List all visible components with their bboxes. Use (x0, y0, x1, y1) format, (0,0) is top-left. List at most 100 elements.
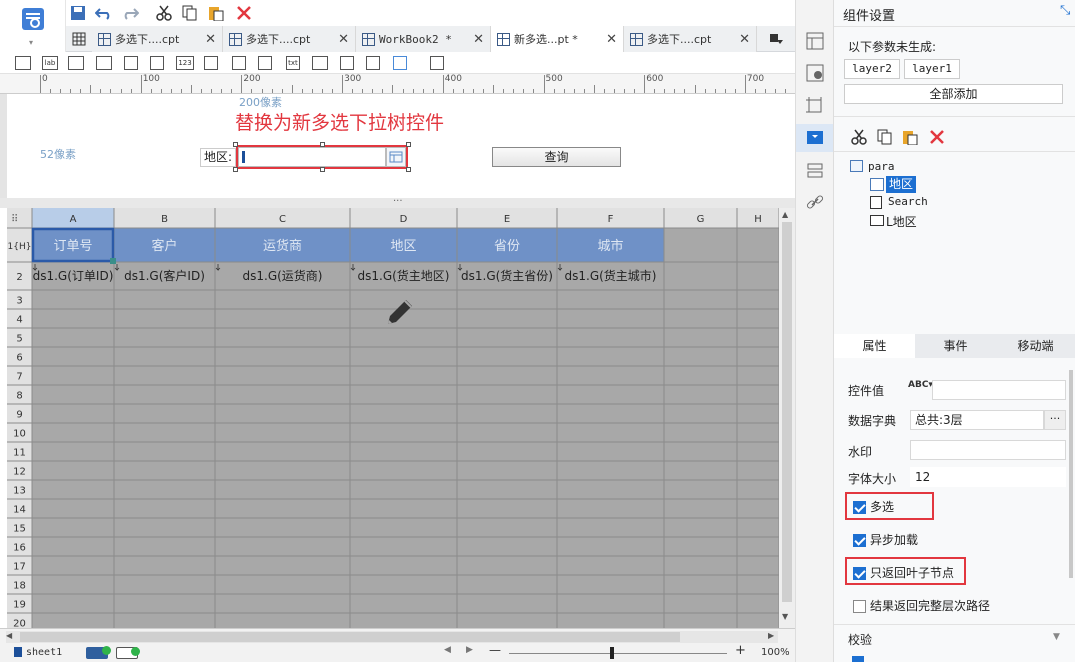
control-value-input[interactable] (932, 380, 1066, 400)
row-header-12[interactable]: 12 (13, 467, 26, 478)
close-icon[interactable]: ✕ (606, 32, 617, 47)
tree-combobox-widget-icon[interactable] (393, 56, 407, 70)
tab-list-icon[interactable] (768, 31, 784, 47)
tab-file-1[interactable]: 多选下....cpt ✕ (92, 26, 223, 52)
data-cell[interactable]: ds1.G(运货商) (243, 268, 323, 283)
collapse-icon[interactable]: ⤡ (1060, 3, 1070, 18)
column-header-F[interactable]: F (608, 214, 614, 225)
app-menu-chevron-icon[interactable]: ▾ (29, 38, 33, 47)
data-cell[interactable]: ds1.G(货主省份) (461, 268, 553, 283)
combobox-widget-icon[interactable] (96, 56, 112, 70)
row-header-3[interactable]: 3 (16, 296, 22, 307)
frame-icon[interactable] (805, 96, 825, 116)
grid-tab-icon[interactable] (72, 32, 86, 46)
row-header-7[interactable]: 7 (16, 372, 22, 383)
resize-handle[interactable] (233, 142, 238, 147)
close-icon[interactable]: ✕ (473, 32, 484, 47)
row-header-5[interactable]: 5 (16, 334, 22, 345)
row-header-2[interactable]: 2 (16, 272, 22, 283)
resize-handle[interactable] (320, 167, 325, 172)
copy-icon[interactable] (180, 3, 200, 23)
scroll-down-icon[interactable]: ▼ (782, 612, 788, 621)
row-header-9[interactable]: 9 (16, 410, 22, 421)
undo-icon[interactable] (94, 3, 114, 23)
paste-icon[interactable] (206, 3, 226, 23)
scroll-thumb[interactable] (782, 222, 792, 602)
layout-icon[interactable] (805, 31, 825, 51)
vertical-scrollbar[interactable]: ▲ ▼ (779, 208, 795, 628)
add-all-button[interactable]: 全部添加 (844, 84, 1063, 104)
hscroll-thumb[interactable] (20, 632, 680, 642)
sheet-tab[interactable]: sheet1 (26, 647, 62, 658)
close-icon[interactable]: ✕ (205, 32, 216, 47)
column-header-E[interactable]: E (504, 214, 510, 225)
tab-events[interactable]: 事件 (915, 334, 996, 358)
textbox-widget-icon[interactable] (68, 56, 84, 70)
table-widget-icon[interactable] (150, 56, 164, 70)
column-header-G[interactable]: G (697, 214, 705, 225)
date-widget-icon[interactable] (340, 56, 354, 70)
resize-handle[interactable] (406, 167, 411, 172)
header-cell[interactable]: 运货商 (263, 238, 302, 254)
scroll-right-icon[interactable]: ▶ (768, 631, 774, 640)
tree-node-region[interactable]: 地区 (886, 176, 917, 193)
checkbox-widget-icon[interactable] (258, 56, 272, 70)
page-prev-icon[interactable]: ◀ (444, 645, 451, 655)
cut-icon[interactable] (851, 129, 867, 145)
multi-select-checkbox[interactable]: 多选 (853, 498, 894, 515)
row-header-13[interactable]: 13 (13, 486, 26, 497)
pane-splitter[interactable]: ··· (0, 197, 795, 208)
async-load-checkbox[interactable]: 异步加载 (853, 531, 918, 548)
row-header-6[interactable]: 6 (16, 353, 22, 364)
more-widgets-icon[interactable] (430, 56, 444, 70)
row-header-11[interactable]: 11 (13, 448, 26, 459)
txt-widget-icon[interactable]: txt (286, 56, 300, 70)
row-header-4[interactable]: 4 (16, 315, 22, 326)
row-header-8[interactable]: 8 (16, 391, 22, 402)
list-widget-icon[interactable] (204, 56, 218, 70)
tree-node-para[interactable]: para (868, 160, 895, 173)
zoom-in-button[interactable]: + (735, 643, 746, 658)
data-cell[interactable]: ds1.G(客户ID) (124, 268, 205, 283)
close-icon[interactable]: ✕ (338, 32, 349, 47)
radio-widget-icon[interactable] (232, 56, 246, 70)
add-sheet-icon[interactable] (86, 646, 111, 659)
template-icon[interactable] (805, 161, 825, 181)
close-icon[interactable]: ✕ (739, 32, 750, 47)
header-cell[interactable]: 客户 (151, 238, 177, 254)
column-header-B[interactable]: B (161, 214, 168, 225)
data-cell[interactable]: ds1.G(订单ID) (33, 269, 114, 283)
leaf-only-checkbox[interactable]: 只返回叶子节点 (853, 564, 954, 581)
horizontal-scrollbar[interactable]: ◀ ▶ (6, 631, 778, 643)
number-widget-icon[interactable]: 123 (176, 56, 194, 70)
cut-icon[interactable] (154, 3, 174, 23)
header-cell[interactable]: 省份 (494, 239, 520, 254)
tab-properties[interactable]: 属性 (834, 334, 915, 358)
label-widget-icon[interactable] (15, 56, 31, 70)
row-header-17[interactable]: 17 (13, 562, 26, 573)
tree-node-search[interactable]: Search (888, 195, 928, 208)
delete-icon[interactable] (929, 129, 945, 145)
tab-file-3[interactable]: WorkBook2 * ✕ (356, 26, 491, 52)
data-cell[interactable]: ds1.G(货主城市) (565, 268, 657, 283)
zoom-slider-track[interactable] (509, 653, 727, 654)
info-icon[interactable] (805, 63, 825, 83)
param-layer1-button[interactable]: layer1 (904, 59, 960, 79)
row-header-15[interactable]: 15 (13, 524, 26, 535)
scroll-up-icon[interactable]: ▲ (782, 210, 788, 219)
panel-scrollbar[interactable] (1069, 370, 1073, 578)
resize-handle[interactable] (233, 167, 238, 172)
formula-abc-icon[interactable]: ABC▾ (908, 380, 933, 390)
header-cell[interactable]: 地区 (390, 239, 416, 254)
lab-widget-icon[interactable]: lab (42, 56, 58, 70)
dictionary-edit-button[interactable]: ··· (1044, 410, 1066, 430)
font-size-input[interactable]: 12 (910, 467, 1066, 487)
column-header-H[interactable]: H (754, 214, 762, 225)
dictionary-field[interactable]: 总共:3层 (910, 410, 1044, 430)
page-next-icon[interactable]: ▶ (466, 645, 473, 655)
zoom-slider-thumb[interactable] (610, 647, 614, 659)
component-settings-tab[interactable] (796, 124, 833, 152)
partial-checkbox[interactable] (852, 656, 864, 662)
query-button[interactable]: 查询 (492, 147, 621, 167)
app-menu-icon[interactable] (20, 6, 46, 34)
